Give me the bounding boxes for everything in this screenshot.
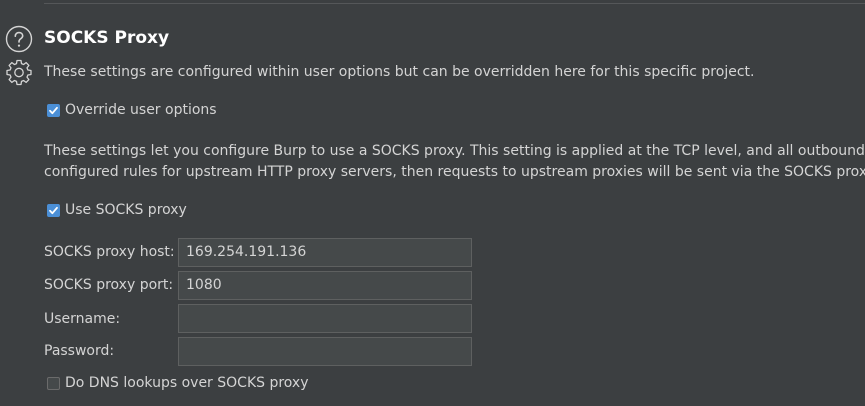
socks-port-label: SOCKS proxy port: <box>44 277 174 293</box>
socks-host-label: SOCKS proxy host: <box>44 244 175 260</box>
dns-label: Do DNS lookups over SOCKS proxy <box>65 375 309 391</box>
check-icon <box>49 106 58 114</box>
username-label: Username: <box>44 311 121 327</box>
socks-host-input[interactable]: 169.254.191.136 <box>178 238 472 267</box>
use-socks-proxy-checkbox[interactable]: Use SOCKS proxy <box>47 202 187 218</box>
description-line-1: These settings let you configure Burp to… <box>44 143 865 159</box>
check-icon <box>49 206 58 214</box>
username-input[interactable] <box>178 304 472 333</box>
override-checkbox-box[interactable] <box>47 103 60 117</box>
override-user-options-checkbox[interactable]: Override user options <box>47 102 217 118</box>
help-icon[interactable] <box>5 25 33 53</box>
dns-checkbox-box[interactable] <box>47 376 60 390</box>
override-label: Override user options <box>65 102 217 118</box>
socks-port-input[interactable]: 1080 <box>178 271 472 300</box>
section-title: SOCKS Proxy <box>44 28 170 48</box>
password-input[interactable] <box>178 337 472 366</box>
gear-icon[interactable] <box>5 58 33 86</box>
top-divider <box>44 3 865 4</box>
password-label: Password: <box>44 343 115 359</box>
use-socks-checkbox-box[interactable] <box>47 203 60 217</box>
description-line-2: configured rules for upstream HTTP proxy… <box>44 164 865 180</box>
dns-over-socks-checkbox[interactable]: Do DNS lookups over SOCKS proxy <box>47 375 309 391</box>
use-socks-label: Use SOCKS proxy <box>65 202 187 218</box>
section-subtitle: These settings are configured within use… <box>44 64 755 80</box>
